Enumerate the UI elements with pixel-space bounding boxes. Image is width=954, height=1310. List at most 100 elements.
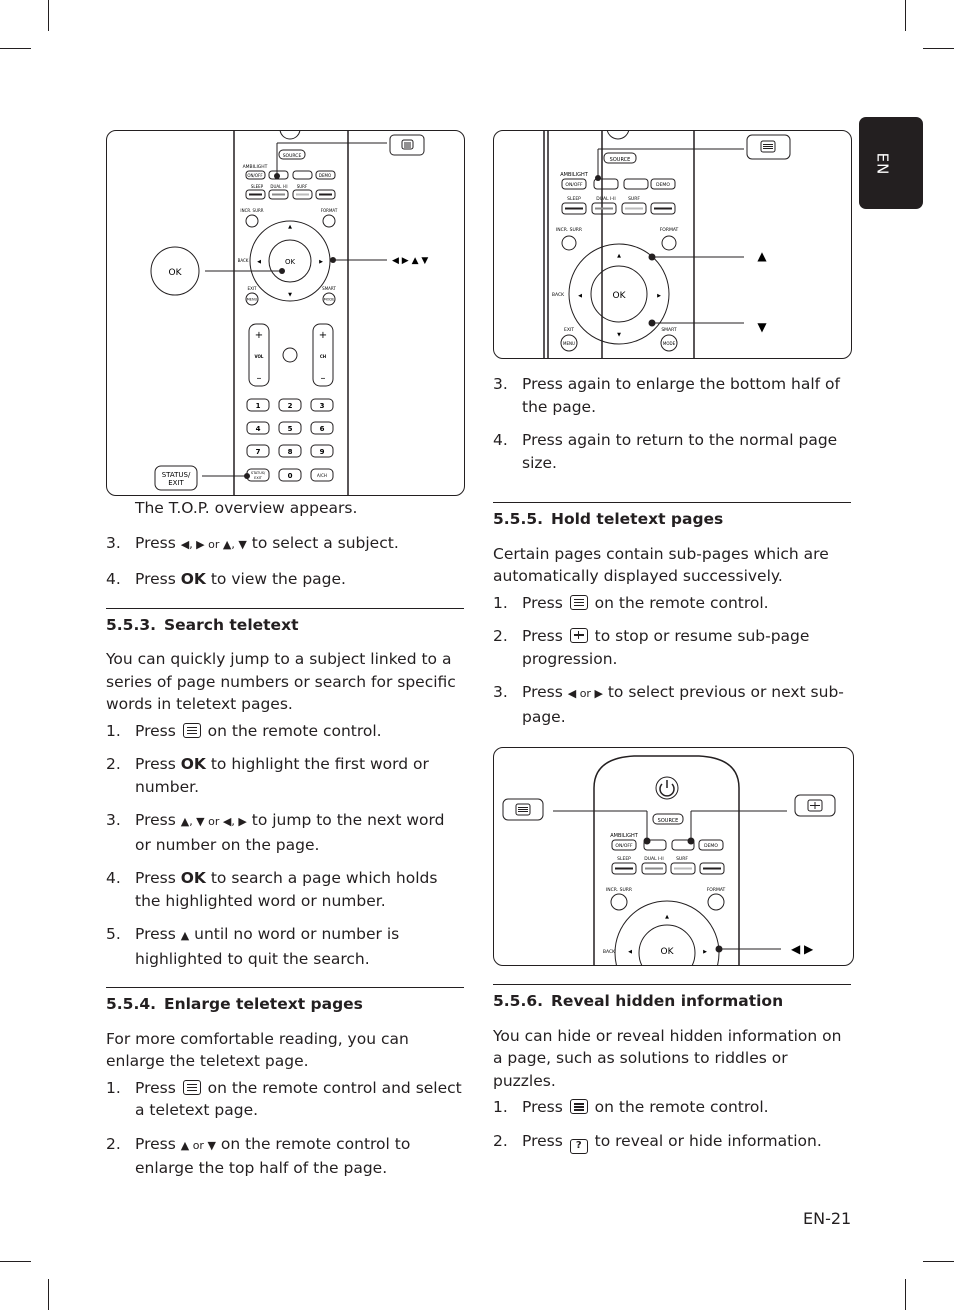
svg-text:SMART: SMART [661,327,677,333]
exit-label: EXIT [248,286,257,291]
svg-text:▶: ▶ [703,949,707,955]
ok-label: OK [285,258,296,266]
list-item: 3. Press ◀ or ▶ to select previous or nex… [493,681,851,728]
list-item: 2. Press OK to highlight the first word o… [106,753,464,798]
list-item: 1. Press on the remote control and select… [106,1077,464,1122]
step-text: Press [135,1078,181,1097]
ok-button [638,924,696,965]
digit-label: 1 [256,402,261,410]
language-tab-label: EN [873,152,892,176]
step-text: on the remote control. [589,1098,769,1116]
step-number: 1. [106,1078,121,1097]
section-heading: 5.5.3. Search teletext [106,614,464,637]
svg-text:SOURCE: SOURCE [658,818,679,824]
svg-text:MODE: MODE [663,341,676,346]
svg-text:BACK: BACK [552,292,565,298]
svg-text:FORMAT: FORMAT [707,887,726,893]
section-divider [493,502,851,503]
step-number: 1. [493,593,508,612]
step-number: 4. [106,869,121,887]
page-number: EN-21 [803,1209,852,1228]
list-item: 3. Press ◀, ▶ or ▲, ▼ to select a subjec… [106,532,464,557]
vol-label: VOL [255,354,264,359]
step-number: 2. [493,627,508,645]
section-title: Search teletext [164,615,299,634]
list-item: 1. Press on the remote control. [106,720,464,743]
vol-plus: + [255,330,263,341]
svg-text:DUAL I-II: DUAL I-II [596,196,615,202]
section-intro: For more comfortable reading, you can en… [106,1029,409,1071]
right-column-lower: 5.5.6. Reveal hidden information You can … [493,977,851,1154]
remote-illustration: SOURCE AMBILIGHT ON/OFF DEMO SLEEP DUAL … [502,755,836,965]
section-number: 5.5.3. [106,615,157,634]
svg-text:ON/OFF: ON/OFF [565,182,583,188]
section-number: 5.5.6. [493,992,544,1010]
list-item: 1. Press on the remote control. [493,592,851,615]
teletext-icon [182,1079,201,1095]
arrow-keys-symbol: ◀, ▶ or ▲, ▼ [180,537,247,551]
list-item: 3. Press again to enlarge the bottom half… [493,373,851,418]
svg-text:SURF: SURF [628,196,640,202]
step-number: 1. [493,1098,508,1116]
teletext-icon [182,722,201,738]
ach-label: A/CH [317,473,327,478]
demo-label: DEMO [319,173,331,178]
step-text: on the remote control. [589,593,769,612]
step-text: to view the page. [205,570,346,588]
callout-up-label: ▲ [757,249,767,263]
svg-text:DUAL I-II: DUAL I-II [644,856,663,862]
reveal-icon: ? [569,1138,588,1154]
section-heading: 5.5.6. Reveal hidden information [493,990,851,1013]
step-text: Press [522,1131,568,1150]
section-heading: 5.5.4. Enlarge teletext pages [106,993,464,1016]
right-column: 3. Press again to enlarge the bottom half… [493,373,851,728]
crop-mark [0,48,31,49]
step-number: 3. [493,375,508,393]
step-number: 2. [106,1134,121,1153]
svg-text:MENU: MENU [563,341,575,346]
step-text: to reveal or hide information. [589,1131,822,1150]
svg-text:▲: ▲ [288,224,292,230]
svg-text:▶: ▶ [657,293,661,299]
step-number: 2. [106,755,121,773]
step-text: Press [522,1098,568,1116]
list-item: 2. Press to stop or resume sub-page progr… [493,625,851,670]
svg-text:ON/OFF: ON/OFF [615,843,633,849]
section-divider [493,984,851,985]
arrow-keys-symbol: ◀ or ▶ [567,687,603,700]
list-item: 4. Press again to return to the normal pa… [493,429,851,474]
onoff-label: ON/OFF [247,173,263,178]
section-heading: 5.5.5. Hold teletext pages [493,508,851,531]
section-divider [106,987,464,988]
step-number: 2. [493,1131,508,1150]
svg-text:INCR. SURR: INCR. SURR [556,227,582,233]
surf-label: SURF [297,184,308,189]
language-tab: EN [859,117,923,209]
power-button-partial [279,131,301,140]
step-text: Press [135,869,181,887]
digit-label: 6 [320,425,325,433]
source-label: SOURCE [283,153,302,159]
svg-text:OK: OK [613,291,627,301]
list-item: 5. Press ▲ until no word or number is hig… [106,923,464,970]
ok-key-label: OK [180,869,206,887]
digit-label: 4 [256,425,261,433]
svg-text:▶: ▶ [319,259,323,265]
step-text: Press [135,811,181,829]
callout-arrows-label: ◀ ▶ [791,942,814,956]
svg-text:▼: ▼ [617,332,621,338]
menu-label: MENU [247,298,258,302]
step-text: Press [522,683,568,701]
step-number: 4. [106,570,121,588]
dual-label: DUAL I-II [270,184,287,189]
incr-surr-label: INCR. SURR [240,208,263,213]
crop-mark [923,1261,954,1262]
svg-text:◀: ◀ [257,259,261,265]
teletext-icon [569,594,588,610]
vol-minus: – [257,373,262,384]
mute-button [282,347,298,363]
digit-label: 3 [320,402,325,410]
step-text: Press [522,593,568,612]
svg-text:FORMAT: FORMAT [660,227,679,233]
callout-status-label: STATUS/ [162,471,191,479]
